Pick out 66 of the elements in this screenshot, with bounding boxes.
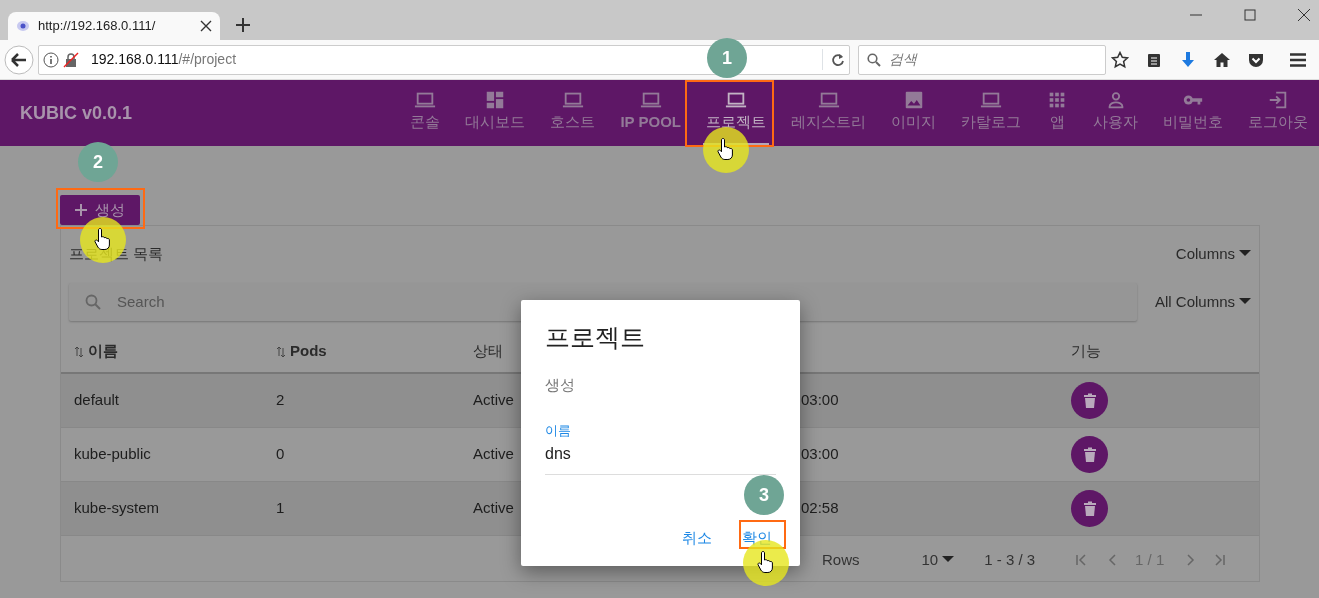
column-header: 기능 (1071, 341, 1101, 359)
nav-tab[interactable]: 콘솔 (407, 80, 444, 146)
search-icon (867, 52, 881, 67)
range-text: 1 - 3 / 3 (984, 549, 1036, 570)
browser-search-field[interactable]: 검색 (858, 44, 1106, 75)
table-cell: Active (473, 445, 514, 463)
table-cell: 0 (276, 445, 285, 463)
trash-icon (1082, 446, 1097, 463)
column-header[interactable]: 이름 (74, 341, 118, 359)
table-cell: Active (473, 499, 514, 517)
table-cell: 03:00 (801, 445, 839, 463)
insecure-lock-icon (63, 51, 79, 68)
new-tab-icon[interactable] (236, 18, 250, 32)
dialog-subtitle: 생성 (545, 376, 575, 393)
menu-icon[interactable] (1289, 50, 1307, 69)
delete-button[interactable] (1071, 382, 1108, 419)
trash-icon (1082, 500, 1097, 517)
download-icon[interactable] (1179, 50, 1197, 69)
nav-tab[interactable]: 카탈로그 (958, 80, 1024, 146)
columns-menu[interactable]: Columns (1175, 242, 1251, 266)
home-icon[interactable] (1213, 50, 1231, 69)
nav-tab[interactable]: 로그아웃 (1245, 80, 1311, 146)
back-button[interactable] (4, 44, 34, 75)
nav-tab[interactable]: 레지스트리 (788, 80, 869, 146)
step-number-badge: 2 (78, 142, 118, 182)
table-cell: 02:58 (801, 499, 839, 517)
plus-icon (75, 204, 87, 216)
browser-tab[interactable]: http://192.168.0.111/ (8, 12, 220, 40)
maximize-icon[interactable] (1243, 8, 1257, 22)
dialog-title: 프로젝트 (545, 322, 646, 352)
bookmark-star-icon[interactable] (1111, 50, 1129, 69)
delete-button[interactable] (1071, 490, 1108, 527)
app-title: KUBIC v0.0.1 (20, 101, 133, 125)
url-text[interactable]: 192.168.0.111/#/project (91, 49, 237, 70)
nav-tab[interactable]: 앱 (1043, 80, 1071, 146)
nav-tab[interactable]: 호스트 (547, 80, 599, 146)
page-size-dropdown[interactable]: 10 (921, 548, 955, 572)
table-cell: Active (473, 391, 514, 409)
rows-label: Rows (822, 549, 860, 570)
nav-tab[interactable]: 대시보드 (462, 80, 529, 146)
close-icon[interactable] (1297, 8, 1311, 22)
nav-tab[interactable]: 이미지 (888, 80, 939, 146)
table-cell: kube-public (74, 445, 151, 463)
delete-button[interactable] (1071, 436, 1108, 473)
table-cell: 2 (276, 391, 285, 409)
field-label: 이름 (545, 422, 571, 438)
sort-icon[interactable] (74, 345, 84, 358)
info-icon[interactable] (43, 51, 59, 68)
table-cell: 03:00 (801, 391, 839, 409)
sort-icon[interactable] (276, 345, 286, 358)
table-cell: 1 (276, 499, 285, 517)
trash-icon (1082, 392, 1097, 409)
close-tab-icon[interactable] (200, 20, 212, 32)
search-icon (85, 294, 101, 310)
reload-icon[interactable] (831, 53, 845, 68)
column-filter-menu[interactable]: All Columns (1154, 290, 1259, 314)
nav-tab[interactable]: IP POOL (617, 80, 684, 146)
dialog-button[interactable]: 취소 (679, 525, 715, 552)
nav-tab[interactable]: 사용자 (1090, 80, 1141, 146)
column-header[interactable]: Pods (276, 341, 327, 359)
favicon-icon (16, 19, 30, 33)
table-cell: kube-system (74, 499, 160, 517)
table-cell: default (74, 391, 120, 409)
create-button[interactable]: 생성 (60, 195, 140, 225)
nav-tab[interactable]: 비밀번호 (1160, 80, 1226, 146)
column-header: 상태 (473, 341, 503, 359)
